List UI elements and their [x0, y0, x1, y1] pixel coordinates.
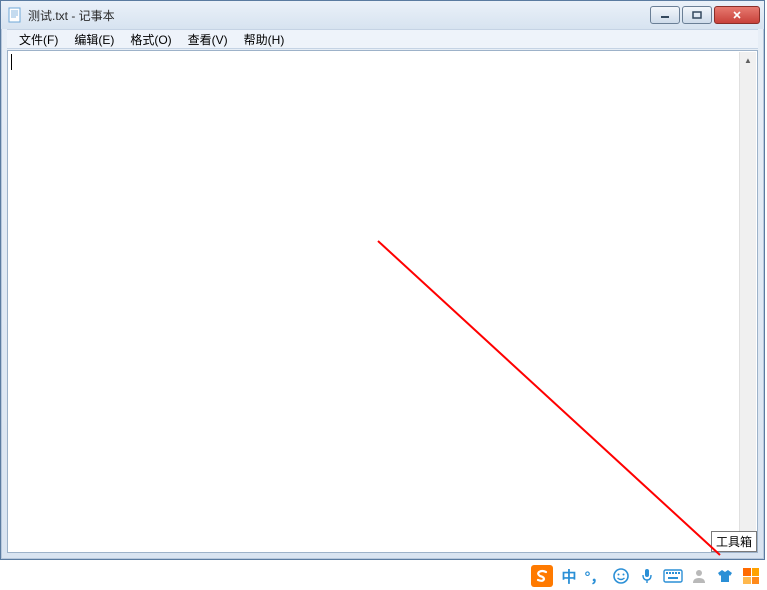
titlebar[interactable]: 测试.txt - 记事本: [1, 1, 764, 29]
vertical-scrollbar[interactable]: ▲ ▼: [739, 52, 756, 551]
tooltip-label: 工具箱: [716, 535, 752, 549]
menu-format[interactable]: 格式(O): [122, 30, 179, 49]
ime-mode-chinese[interactable]: 中: [559, 566, 579, 586]
editor-frame: ▲ ▼: [7, 50, 758, 553]
text-cursor: [11, 54, 12, 70]
ime-softkeyboard-icon[interactable]: [663, 566, 683, 586]
notepad-window: 测试.txt - 记事本 文件(F) 编辑(E) 格式(O) 查看(V) 帮助(…: [0, 0, 765, 560]
scroll-up-arrow-icon[interactable]: ▲: [740, 52, 756, 69]
ime-toolbar: 中 °，: [0, 562, 767, 590]
menu-help[interactable]: 帮助(H): [236, 30, 293, 49]
notepad-app-icon: [7, 7, 23, 23]
sogou-logo-icon[interactable]: [531, 565, 553, 587]
ime-emoji-icon[interactable]: [611, 566, 631, 586]
menu-file[interactable]: 文件(F): [11, 30, 66, 49]
ime-skin-icon[interactable]: [715, 566, 735, 586]
ime-toolbox-icon[interactable]: [741, 566, 761, 586]
minimize-button[interactable]: [650, 6, 680, 24]
ime-punctuation-icon[interactable]: °，: [585, 566, 605, 586]
window-title: 测试.txt - 记事本: [28, 7, 648, 24]
menubar: 文件(F) 编辑(E) 格式(O) 查看(V) 帮助(H): [7, 29, 758, 49]
maximize-button[interactable]: [682, 6, 712, 24]
close-button[interactable]: [714, 6, 760, 24]
menu-view[interactable]: 查看(V): [180, 30, 236, 49]
ime-account-icon[interactable]: [689, 566, 709, 586]
toolbox-tooltip: 工具箱: [711, 531, 757, 552]
text-area[interactable]: [9, 52, 739, 551]
window-controls: [648, 6, 760, 24]
ime-voice-icon[interactable]: [637, 566, 657, 586]
menu-edit[interactable]: 编辑(E): [66, 30, 122, 49]
